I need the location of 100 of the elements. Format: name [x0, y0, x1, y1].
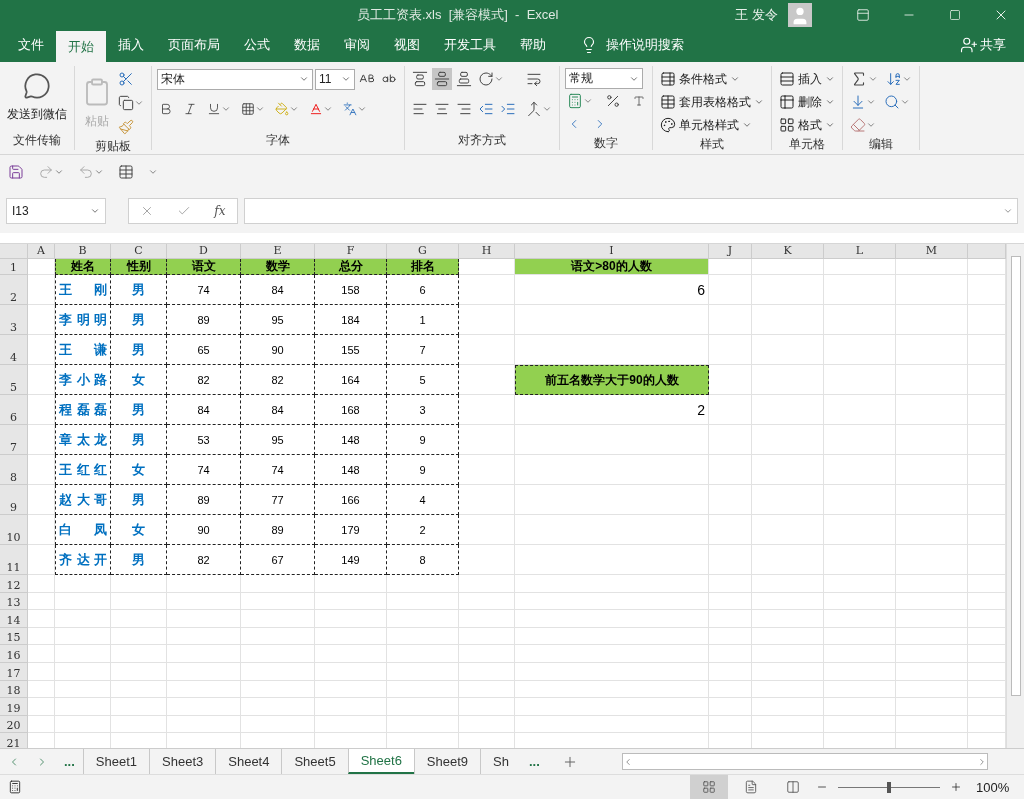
empty-cell[interactable] — [515, 515, 709, 545]
empty-cell[interactable] — [709, 275, 752, 305]
empty-cell[interactable] — [167, 610, 241, 628]
empty-cell[interactable] — [752, 485, 824, 515]
empty-cell[interactable] — [315, 645, 387, 663]
empty-cell[interactable] — [824, 335, 896, 365]
empty-cell[interactable] — [55, 715, 111, 734]
empty-cell[interactable] — [28, 335, 55, 365]
formula-input[interactable] — [244, 198, 1018, 224]
empty-cell[interactable] — [709, 680, 752, 699]
empty-cell[interactable] — [752, 515, 824, 545]
empty-cell[interactable] — [515, 455, 709, 485]
empty-cell[interactable] — [752, 680, 824, 699]
empty-cell[interactable] — [241, 592, 315, 611]
empty-cell[interactable] — [111, 610, 167, 628]
empty-cell[interactable] — [709, 485, 752, 515]
empty-cell[interactable] — [111, 627, 167, 646]
empty-cell[interactable] — [315, 662, 387, 681]
format-button[interactable]: 格式 — [777, 114, 837, 136]
empty-cell[interactable] — [387, 575, 459, 593]
empty-cell[interactable] — [896, 698, 968, 716]
row-header[interactable]: 6 — [0, 395, 28, 425]
empty-cell[interactable] — [824, 698, 896, 716]
empty-cell[interactable] — [459, 275, 515, 305]
empty-cell[interactable] — [896, 335, 968, 365]
empty-cell[interactable] — [824, 662, 896, 681]
empty-cell[interactable] — [896, 545, 968, 575]
empty-cell[interactable] — [824, 627, 896, 646]
normal-view-button[interactable] — [690, 775, 728, 799]
empty-cell[interactable] — [459, 455, 515, 485]
empty-cell[interactable] — [709, 515, 752, 545]
ribbon-tab[interactable]: 公式 — [232, 31, 282, 59]
empty-cell[interactable] — [315, 610, 387, 628]
empty-cell[interactable] — [896, 365, 968, 395]
empty-cell[interactable] — [896, 715, 968, 734]
column-header[interactable]: C — [111, 244, 167, 259]
empty-cell[interactable] — [55, 610, 111, 628]
empty-cell[interactable] — [28, 515, 55, 545]
delete-button[interactable]: 删除 — [777, 91, 837, 113]
empty-cell[interactable] — [387, 645, 459, 663]
empty-cell[interactable] — [459, 515, 515, 545]
cell-styles-button[interactable]: 单元格样式 — [658, 114, 766, 136]
empty-cell[interactable] — [752, 645, 824, 663]
empty-cell[interactable] — [28, 275, 55, 305]
empty-cell[interactable] — [387, 680, 459, 699]
empty-cell[interactable] — [387, 698, 459, 716]
empty-cell[interactable] — [459, 680, 515, 699]
send-to-wechat-button[interactable]: 发送到微信 — [5, 68, 69, 127]
empty-cell[interactable] — [896, 680, 968, 699]
ribbon-tab[interactable]: 视图 — [382, 31, 432, 59]
empty-cell[interactable] — [167, 592, 241, 611]
empty-cell[interactable] — [752, 715, 824, 734]
empty-cell[interactable] — [459, 335, 515, 365]
insert-function-button[interactable]: fx — [214, 204, 226, 218]
empty-cell[interactable] — [709, 335, 752, 365]
empty-cell[interactable] — [752, 698, 824, 716]
column-header[interactable]: E — [241, 244, 315, 259]
middle-align-button[interactable] — [432, 68, 452, 90]
empty-cell[interactable] — [896, 305, 968, 335]
empty-cell[interactable] — [709, 575, 752, 593]
empty-cell[interactable] — [111, 715, 167, 734]
empty-cell[interactable] — [752, 259, 824, 275]
empty-cell[interactable] — [459, 575, 515, 593]
ribbon-tab[interactable]: 审阅 — [332, 31, 382, 59]
empty-cell[interactable] — [709, 715, 752, 734]
empty-cell[interactable] — [167, 627, 241, 646]
number-format-field[interactable]: 常规 — [565, 68, 643, 89]
empty-cell[interactable] — [387, 592, 459, 611]
font-size-field[interactable]: 11 — [315, 68, 355, 90]
empty-cell[interactable] — [241, 575, 315, 593]
row-header[interactable]: 11 — [0, 545, 28, 575]
empty-cell[interactable] — [515, 592, 709, 611]
empty-cell[interactable] — [824, 275, 896, 305]
empty-cell[interactable] — [824, 715, 896, 734]
row-header[interactable]: 5 — [0, 365, 28, 395]
empty-cell[interactable] — [709, 610, 752, 628]
empty-cell[interactable] — [752, 365, 824, 395]
empty-cell[interactable] — [709, 305, 752, 335]
empty-cell[interactable] — [752, 610, 824, 628]
ribbon-tab[interactable]: 开发工具 — [432, 31, 508, 59]
empty-cell[interactable] — [896, 395, 968, 425]
empty-cell[interactable] — [459, 698, 515, 716]
empty-cell[interactable] — [459, 305, 515, 335]
empty-cell[interactable] — [167, 680, 241, 699]
row-header[interactable]: 4 — [0, 335, 28, 365]
empty-cell[interactable] — [28, 395, 55, 425]
empty-cell[interactable] — [315, 627, 387, 646]
column-header[interactable]: A — [28, 244, 55, 259]
empty-cell[interactable] — [28, 485, 55, 515]
empty-cell[interactable] — [28, 365, 55, 395]
empty-cell[interactable] — [752, 662, 824, 681]
empty-cell[interactable] — [241, 715, 315, 734]
empty-cell[interactable] — [824, 575, 896, 593]
empty-cell[interactable] — [824, 425, 896, 455]
empty-cell[interactable] — [824, 680, 896, 699]
empty-cell[interactable] — [241, 610, 315, 628]
row-header[interactable]: 12 — [0, 575, 28, 593]
empty-cell[interactable] — [896, 455, 968, 485]
empty-cell[interactable] — [752, 395, 824, 425]
empty-cell[interactable] — [515, 610, 709, 628]
